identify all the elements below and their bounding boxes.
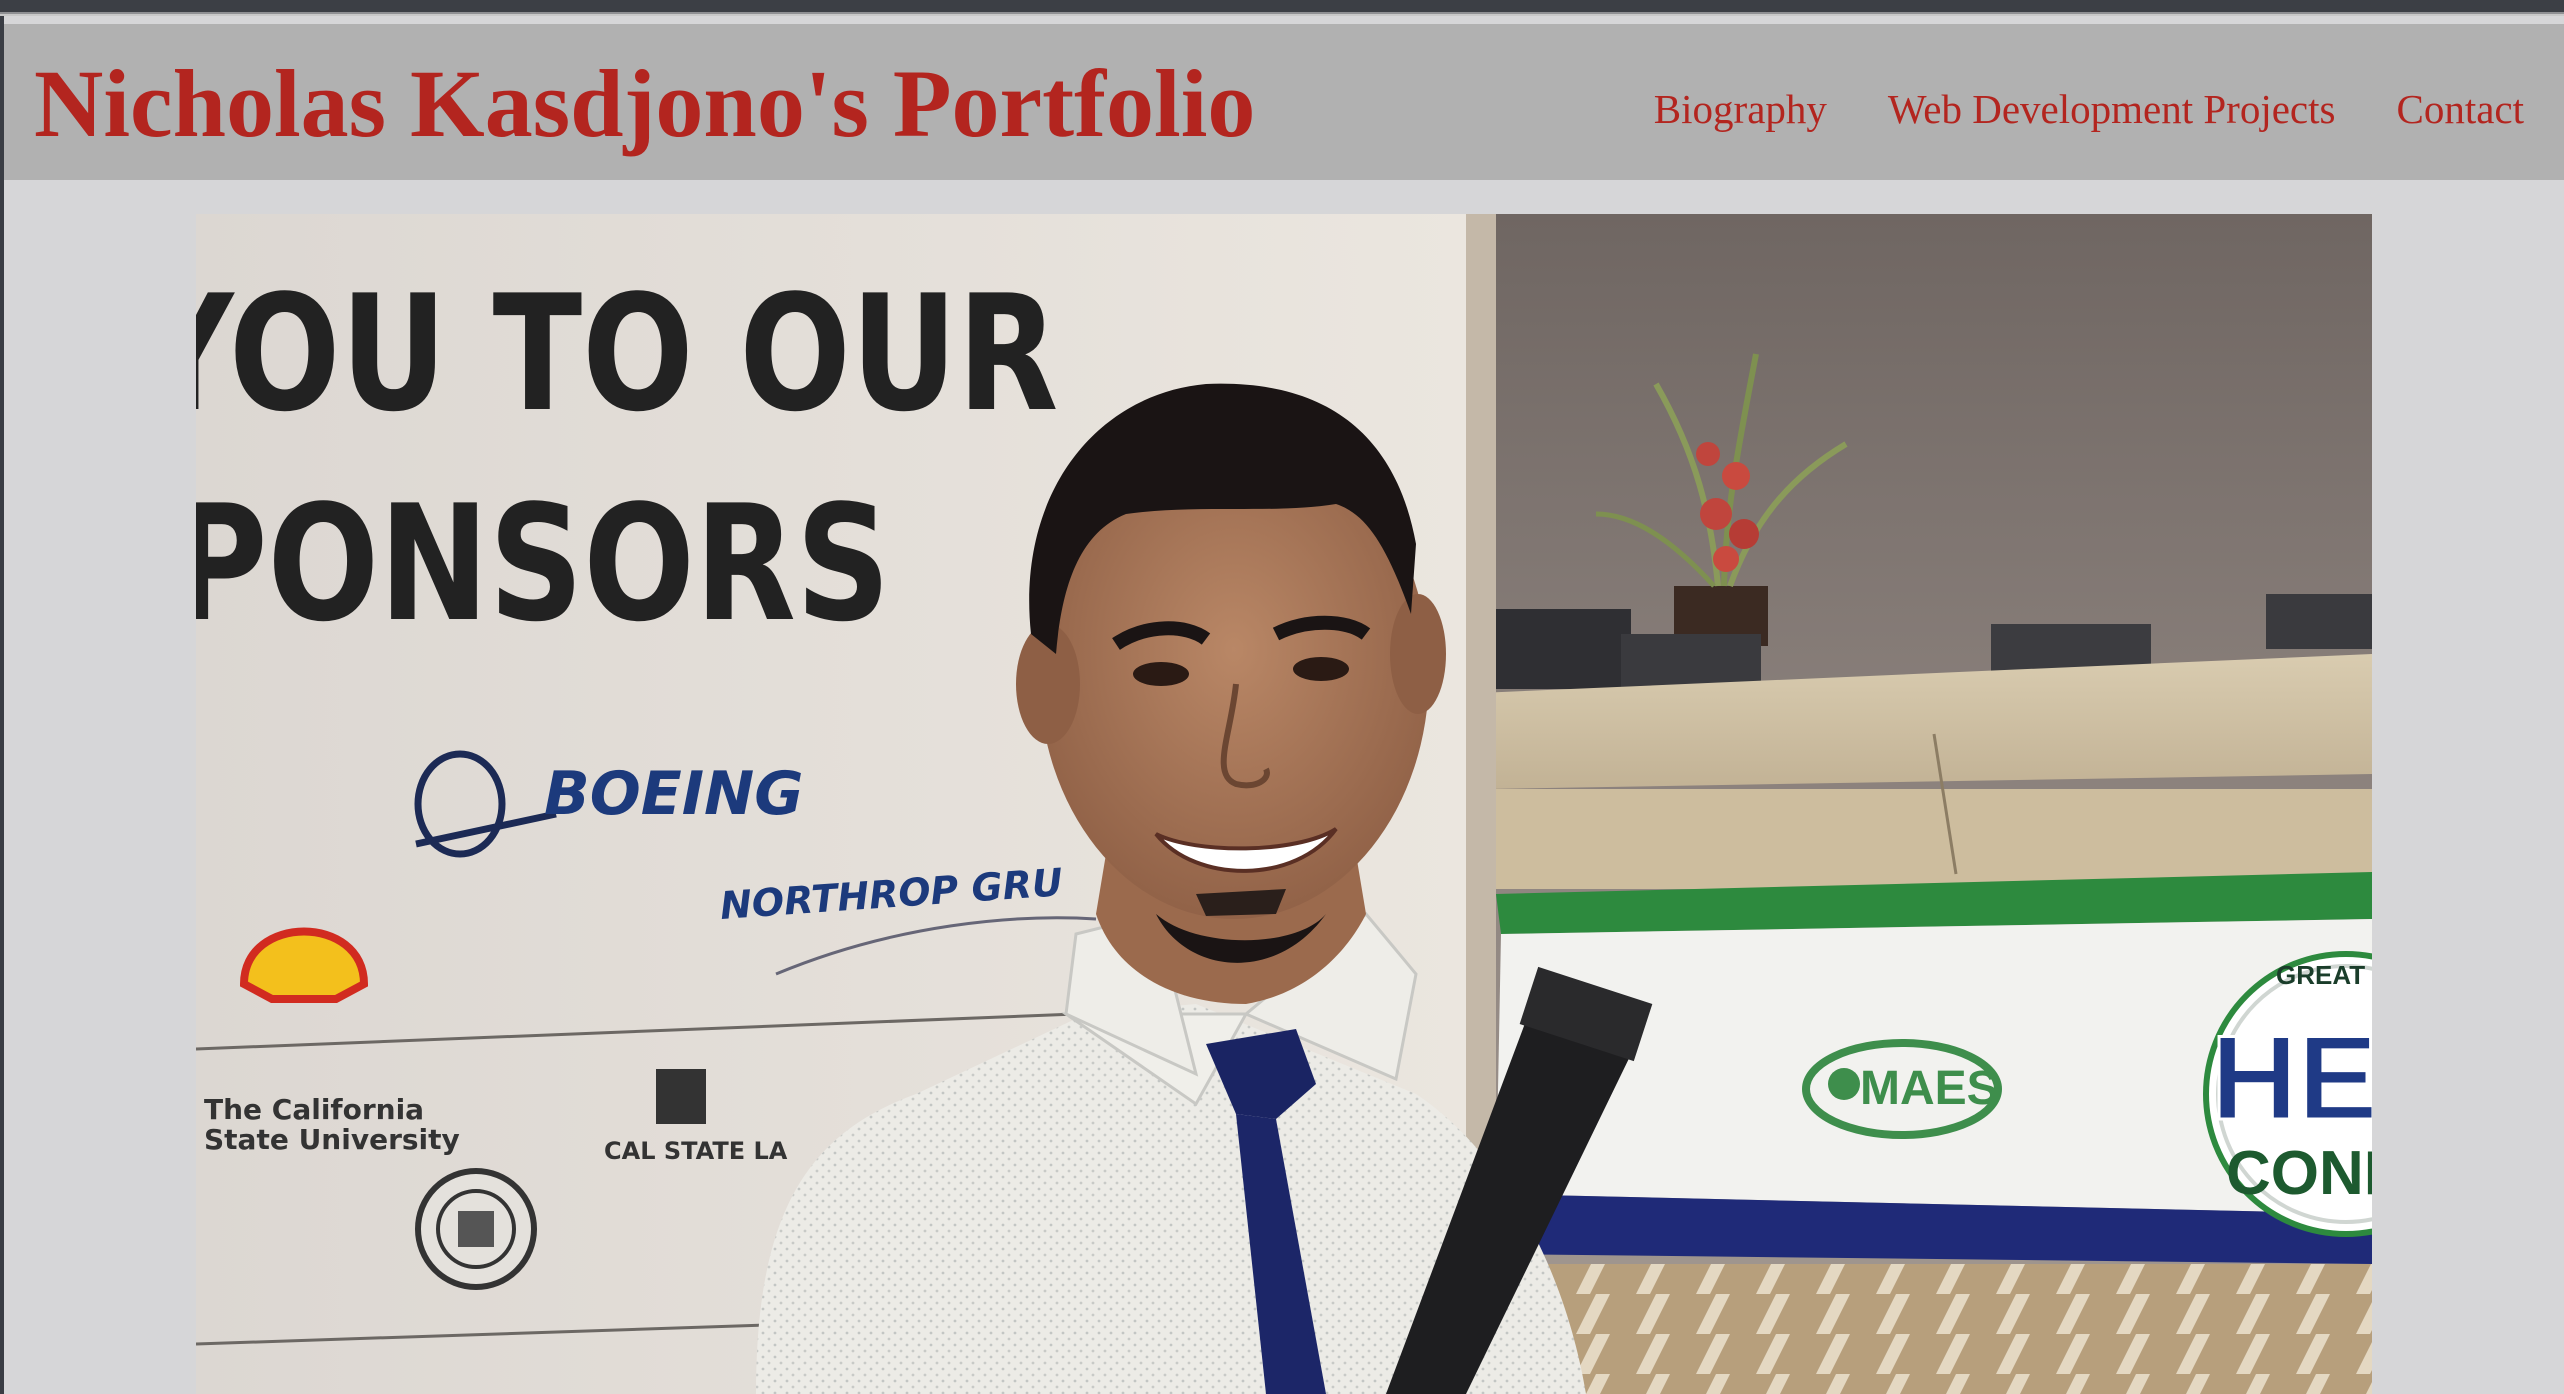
hena-text: HENA — [2211, 1011, 2372, 1145]
main-nav: Biography Web Development Projects Conta… — [1654, 86, 2524, 132]
site-header: Nicholas Kasdjono's Portfolio Biography … — [4, 24, 2564, 180]
hena-great-text: GREAT — [2276, 960, 2365, 990]
browser-chrome-strip — [0, 0, 2564, 16]
nav-link-web-development-projects[interactable]: Web Development Projects — [1888, 86, 2336, 132]
hero-photo-illustration: MAES GREAT HENA CONFERE YOU TO OUR PONSO… — [196, 214, 2372, 1394]
browser-viewport: Nicholas Kasdjono's Portfolio Biography … — [0, 0, 2564, 1394]
maes-logo-text: MAES — [1860, 1062, 1999, 1115]
csu-line1: The California — [204, 1093, 424, 1126]
calstate-la-text: CAL STATE LA — [604, 1137, 788, 1165]
hero-photo: MAES GREAT HENA CONFERE YOU TO OUR PONSO… — [196, 214, 2372, 1394]
csu-line2: State University — [204, 1123, 460, 1156]
hena-conference-text: CONFERE — [2226, 1139, 2372, 1208]
nav-link-contact[interactable]: Contact — [2396, 86, 2524, 132]
nav-link-biography[interactable]: Biography — [1654, 86, 1827, 132]
boeing-logo-text: BOEING — [544, 759, 804, 829]
site-title: Nicholas Kasdjono's Portfolio — [34, 50, 1256, 157]
banner-line2: PONSORS — [196, 470, 890, 657]
banner-line1: YOU TO OUR — [196, 260, 1058, 447]
page: Nicholas Kasdjono's Portfolio Biography … — [4, 16, 2564, 1394]
